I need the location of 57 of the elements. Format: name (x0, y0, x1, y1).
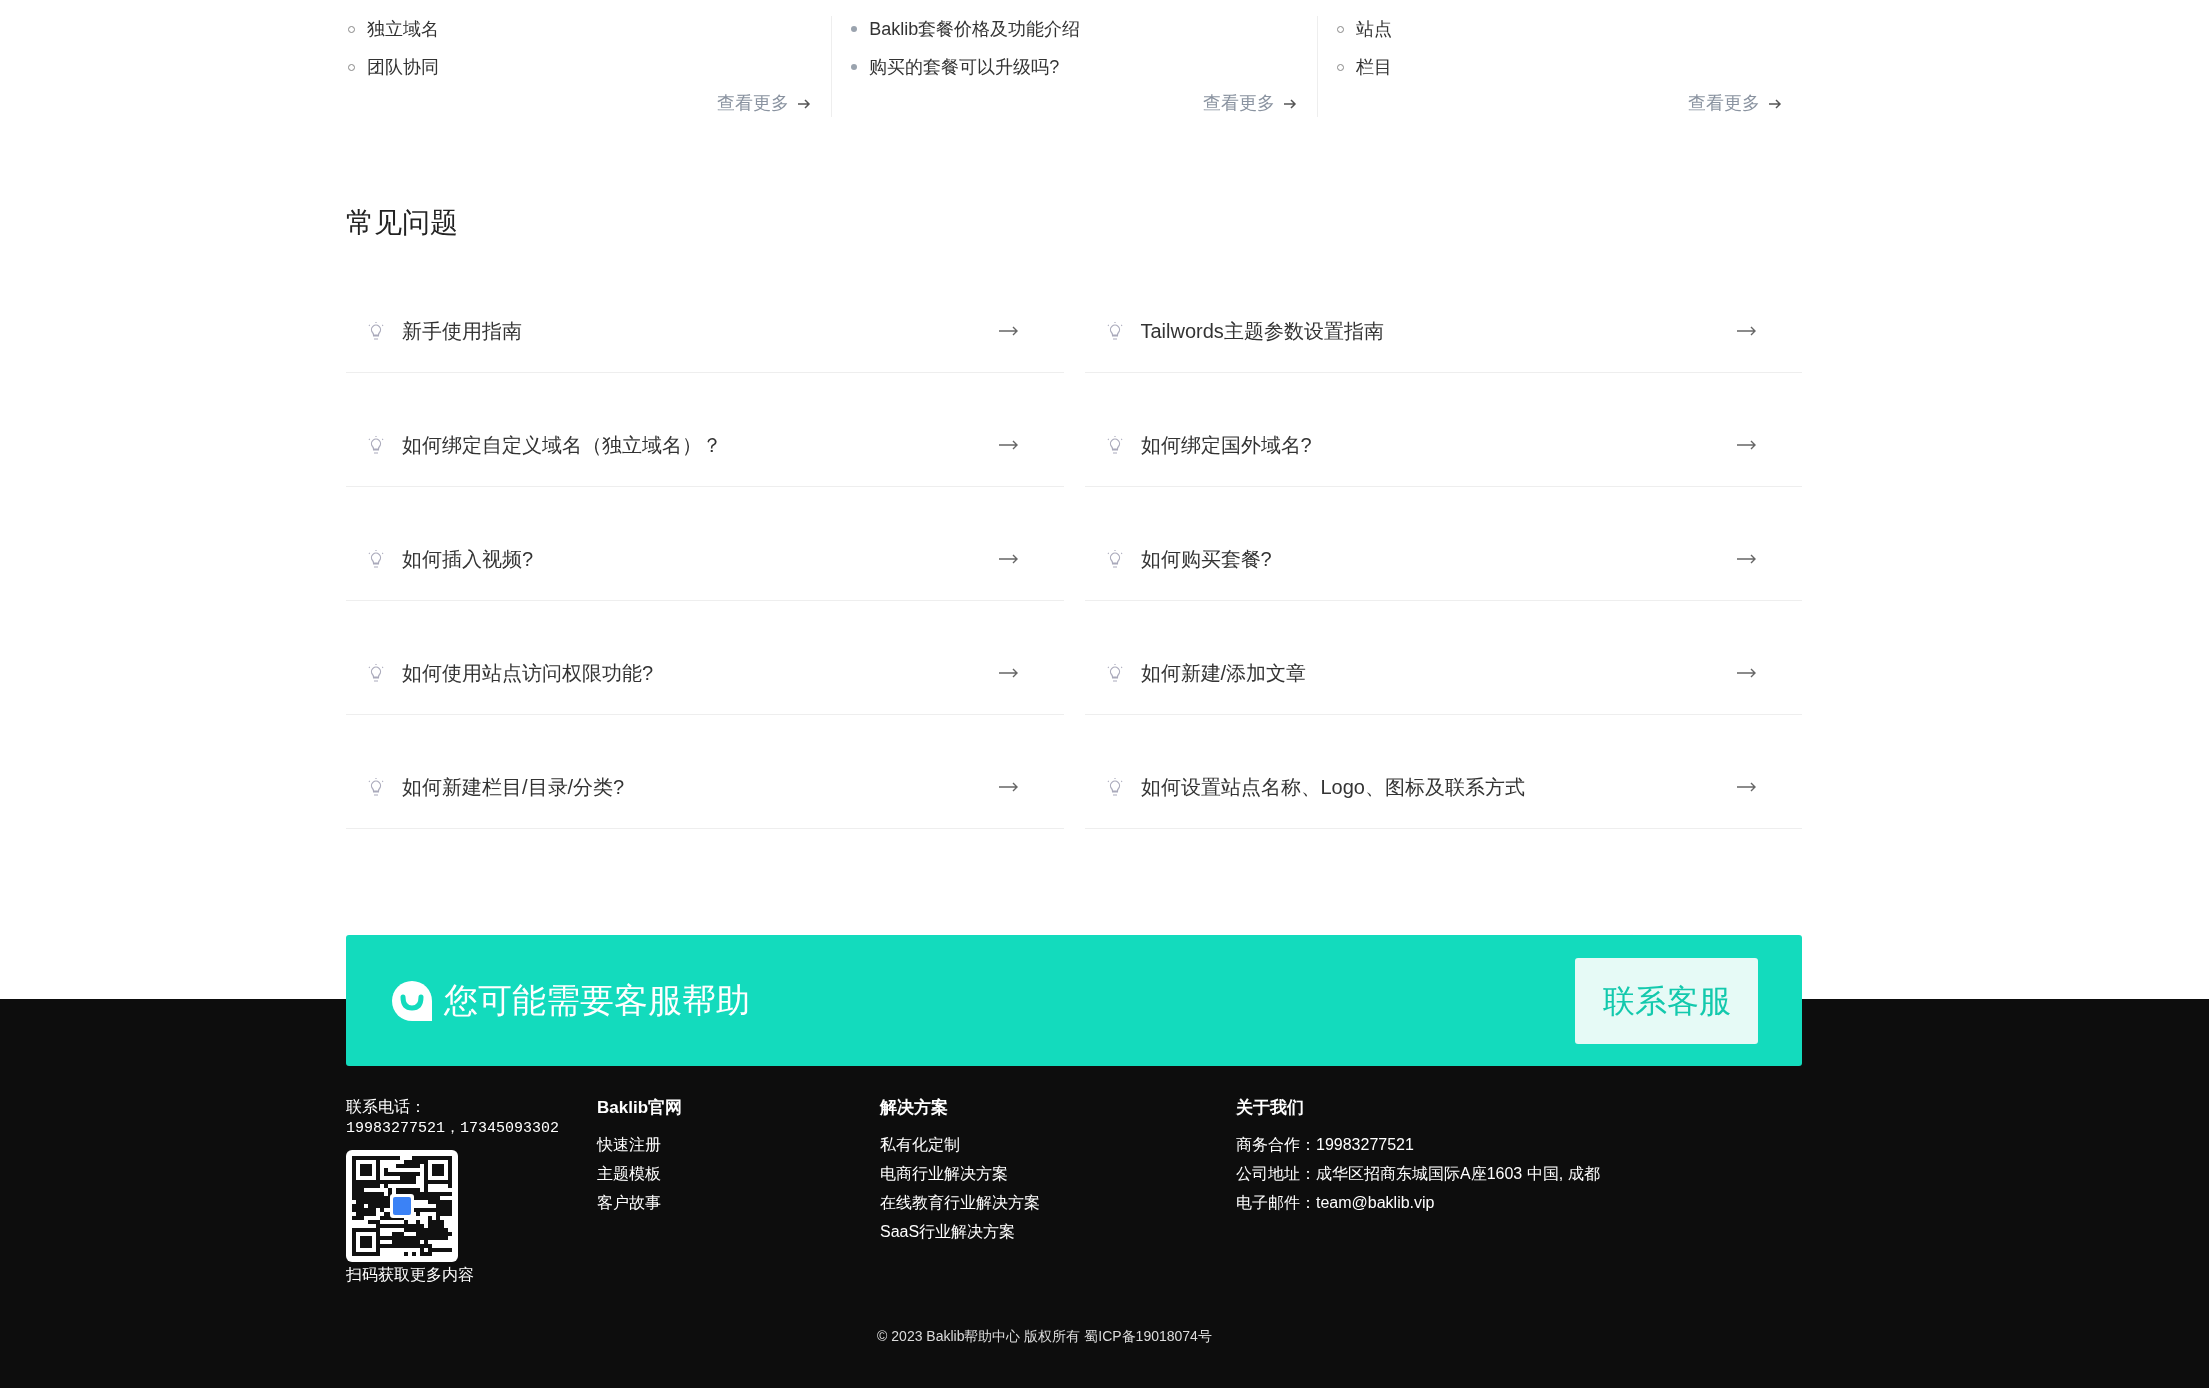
faq-item[interactable]: 如何绑定自定义域名（独立域名）？ (346, 403, 1064, 487)
article-link[interactable]: Baklib套餐价格及功能介绍 (869, 16, 1081, 42)
banner-text: 您可能需要客服帮助 (444, 980, 750, 1021)
phone-numbers: 19983277521，17345093302 (346, 1119, 561, 1139)
lightbulb-icon (366, 776, 386, 797)
arrow-right-icon (1737, 552, 1757, 565)
footer-link[interactable]: SaaS行业解决方案 (880, 1217, 1236, 1246)
chat-smile-icon (390, 978, 434, 1023)
footer-heading: Baklib官网 (597, 1097, 684, 1119)
article-link[interactable]: 站点 (1355, 16, 1392, 42)
article-link[interactable]: 购买的套餐可以升级吗? (869, 54, 1060, 80)
footer-link[interactable]: 主题模板 (597, 1159, 880, 1188)
faq-item[interactable]: 如何新建栏目/目录/分类? (346, 745, 1064, 829)
footer-link[interactable]: 客户故事 (597, 1188, 880, 1217)
section-title: 常见问题 (346, 206, 459, 240)
footer-link[interactable]: 在线教育行业解决方案 (880, 1188, 1236, 1217)
arrow-right-icon (1737, 780, 1757, 793)
faq-item[interactable]: Tailwords主题参数设置指南 (1084, 289, 1802, 373)
footer-link[interactable]: 公司地址：成华区招商东城国际A座1603 中国, 成都 (1236, 1159, 1636, 1188)
arrow-right-icon (1768, 97, 1782, 110)
footer-heading: 关于我们 (1236, 1097, 1305, 1119)
arrow-right-icon (998, 780, 1019, 793)
footer-link[interactable]: 电商行业解决方案 (880, 1159, 1236, 1188)
faq-item[interactable]: 如何购买套餐? (1084, 517, 1802, 601)
footer-link[interactable]: 私有化定制 (880, 1130, 1236, 1159)
footer-link[interactable]: 快速注册 (597, 1130, 880, 1159)
arrow-right-icon (998, 324, 1019, 337)
lightbulb-icon (366, 434, 386, 455)
faq-item[interactable]: 如何绑定国外域名? (1084, 403, 1802, 487)
lightbulb-icon (366, 320, 386, 341)
arrow-right-icon (1282, 97, 1297, 110)
article-link[interactable]: 团队协同 (367, 54, 439, 80)
lightbulb-icon (366, 662, 386, 683)
faq-item[interactable]: 新手使用指南 (346, 289, 1064, 373)
arrow-right-icon (998, 666, 1019, 679)
footer-link[interactable]: 电子邮件：team@baklib.vip (1236, 1188, 1636, 1217)
footer-heading: 解决方案 (880, 1097, 949, 1119)
faq-item[interactable]: 如何新建/添加文章 (1084, 631, 1802, 715)
article-link[interactable]: 独立域名 (367, 16, 439, 42)
bullet-icon (851, 26, 858, 32)
faq-item[interactable]: 如何设置站点名称、Logo、图标及联系方式 (1084, 745, 1802, 829)
arrow-right-icon (998, 552, 1019, 565)
copyright-text: © 2023 Baklib帮助中心 版权所有 蜀ICP备19018074号 (876, 1327, 1213, 1346)
article-link[interactable]: 栏目 (1355, 54, 1392, 80)
arrow-right-icon (998, 438, 1019, 451)
arrow-right-icon (1737, 438, 1757, 451)
faq-item[interactable]: 如何插入视频? (346, 517, 1064, 601)
arrow-right-icon (1737, 666, 1757, 679)
arrow-right-icon (797, 97, 812, 110)
arrow-right-icon (1737, 324, 1757, 337)
qr-code-icon (346, 1150, 458, 1262)
contact-label: 联系电话： (346, 1097, 427, 1117)
footer-link[interactable]: 商务合作：19983277521 (1236, 1130, 1636, 1159)
bullet-icon (851, 64, 858, 70)
lightbulb-icon (366, 548, 386, 569)
qr-caption: 扫码获取更多内容 (346, 1265, 475, 1285)
faq-item[interactable]: 如何使用站点访问权限功能? (346, 631, 1064, 715)
